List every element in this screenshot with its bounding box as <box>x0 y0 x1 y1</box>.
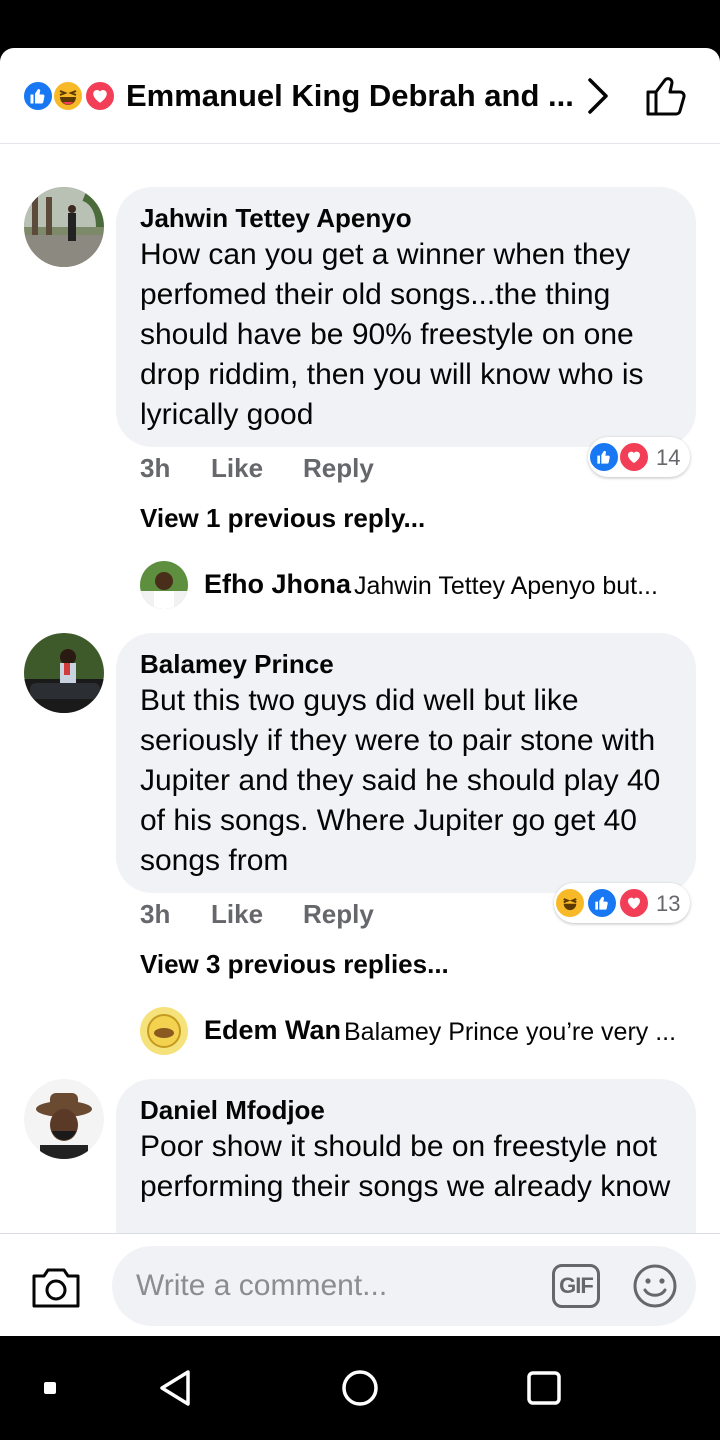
comment-time: 3h <box>140 453 171 483</box>
comment-composer: GIF <box>0 1233 720 1336</box>
reply-author[interactable]: Edem Wan <box>204 1015 341 1046</box>
system-nav-bar <box>0 1336 720 1440</box>
reply-text: Balamey Prince you’re very ... <box>344 1018 677 1046</box>
comment-bubble[interactable]: Daniel Mfodjoe Poor show it should be on… <box>116 1079 696 1233</box>
comment-text: How can you get a winner when they perfo… <box>140 238 644 431</box>
comment-time: 3h <box>140 899 171 929</box>
back-icon[interactable] <box>156 1366 196 1410</box>
reply-text: Jahwin Tettey Apenyo but... <box>354 572 658 600</box>
reply-preview[interactable]: Efho Jhona Jahwin Tettey Apenyo but... <box>140 561 700 609</box>
like-icon <box>586 887 618 919</box>
love-icon <box>618 441 650 473</box>
love-icon <box>84 80 116 112</box>
reply-author[interactable]: Efho Jhona <box>204 569 351 600</box>
haha-icon <box>554 887 586 919</box>
comment-author[interactable]: Jahwin Tettey Apenyo <box>140 201 672 235</box>
status-bar <box>0 0 720 48</box>
comment-author[interactable]: Daniel Mfodjoe <box>140 1093 672 1127</box>
comment-bubble[interactable]: Balamey Prince But this two guys did wel… <box>116 633 696 893</box>
love-icon <box>618 887 650 919</box>
view-previous-replies[interactable]: View 3 previous replies... <box>140 949 449 980</box>
reply-button[interactable]: Reply <box>303 453 374 484</box>
reply-button[interactable]: Reply <box>303 899 374 930</box>
home-icon[interactable] <box>340 1368 380 1408</box>
comment-field[interactable]: GIF <box>112 1246 696 1326</box>
reaction-summary[interactable]: 13 <box>554 883 690 923</box>
emoji-icon[interactable] <box>632 1263 678 1309</box>
comment-bubble[interactable]: Jahwin Tettey Apenyo How can you get a w… <box>116 187 696 447</box>
haha-icon <box>52 80 84 112</box>
like-button[interactable]: Like <box>211 453 263 484</box>
comment-list[interactable]: Jahwin Tettey Apenyo How can you get a w… <box>0 145 720 1233</box>
comment-text: Poor show it should be on freestyle not … <box>140 1130 671 1203</box>
recents-icon[interactable] <box>526 1370 562 1406</box>
gif-button[interactable]: GIF <box>552 1264 600 1308</box>
like-icon <box>588 441 620 473</box>
menu-dot-icon[interactable] <box>44 1382 56 1394</box>
thumbs-up-icon[interactable] <box>644 74 690 118</box>
avatar[interactable] <box>140 561 188 609</box>
comments-sheet: Emmanuel King Debrah and ... Jahwin Tett… <box>0 48 720 1336</box>
reactions-header[interactable]: Emmanuel King Debrah and ... <box>0 48 720 144</box>
avatar[interactable] <box>24 633 104 713</box>
view-previous-replies[interactable]: View 1 previous reply... <box>140 503 425 534</box>
avatar[interactable] <box>24 187 104 267</box>
reply-preview[interactable]: Edem Wan Balamey Prince you’re very ... <box>140 1007 700 1055</box>
reactions-title[interactable]: Emmanuel King Debrah and ... <box>126 78 574 114</box>
chevron-right-icon[interactable] <box>582 76 612 116</box>
reaction-count: 14 <box>656 445 681 470</box>
avatar[interactable] <box>24 1079 104 1159</box>
like-icon <box>22 80 54 112</box>
header-reactions <box>22 80 122 112</box>
comment-text: But this two guys did well but like seri… <box>140 684 661 877</box>
avatar[interactable] <box>140 1007 188 1055</box>
reaction-summary[interactable]: 14 <box>588 437 690 477</box>
like-button[interactable]: Like <box>211 899 263 930</box>
comment-author[interactable]: Balamey Prince <box>140 647 672 681</box>
comment-input[interactable] <box>136 1264 536 1308</box>
camera-icon[interactable] <box>30 1264 82 1310</box>
reaction-count: 13 <box>656 891 681 916</box>
